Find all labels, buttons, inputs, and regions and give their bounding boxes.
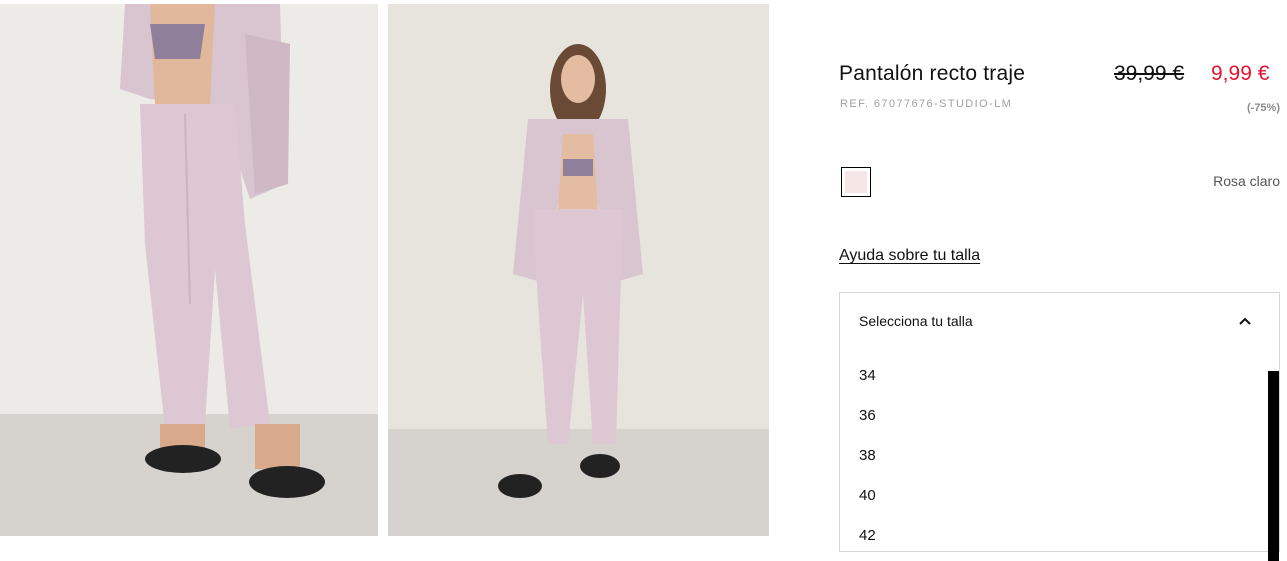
product-photo-1[interactable]	[0, 4, 378, 536]
size-selector[interactable]: Selecciona tu talla 34 36 38 40 42	[839, 292, 1280, 561]
sale-price: 9,99 €	[1211, 62, 1270, 85]
product-reference: REF. 67077676-STUDIO-LM	[840, 98, 1013, 110]
size-option-34[interactable]: 34	[859, 367, 876, 384]
color-swatch-rosa-claro[interactable]	[841, 167, 871, 197]
size-selector-header[interactable]: Selecciona tu talla	[859, 313, 973, 329]
product-title: Pantalón recto traje	[839, 62, 1026, 85]
discount-badge: (-75%)	[1246, 102, 1280, 114]
size-option-40[interactable]: 40	[859, 487, 876, 504]
size-option-38[interactable]: 38	[859, 447, 876, 464]
size-list-scrollbar[interactable]	[1268, 371, 1279, 561]
size-help-link[interactable]: Ayuda sobre tu talla	[839, 247, 980, 265]
color-swatch-fill	[845, 171, 867, 193]
chevron-up-icon[interactable]	[1237, 313, 1253, 329]
product-photo-1-image	[0, 4, 378, 536]
product-photo-2-image	[388, 4, 769, 536]
original-price: 39,99 €	[1114, 62, 1185, 85]
size-option-42[interactable]: 42	[859, 527, 876, 544]
product-photo-2[interactable]	[388, 4, 769, 536]
size-option-36[interactable]: 36	[859, 407, 876, 424]
color-name: Rosa claro	[1213, 173, 1280, 189]
